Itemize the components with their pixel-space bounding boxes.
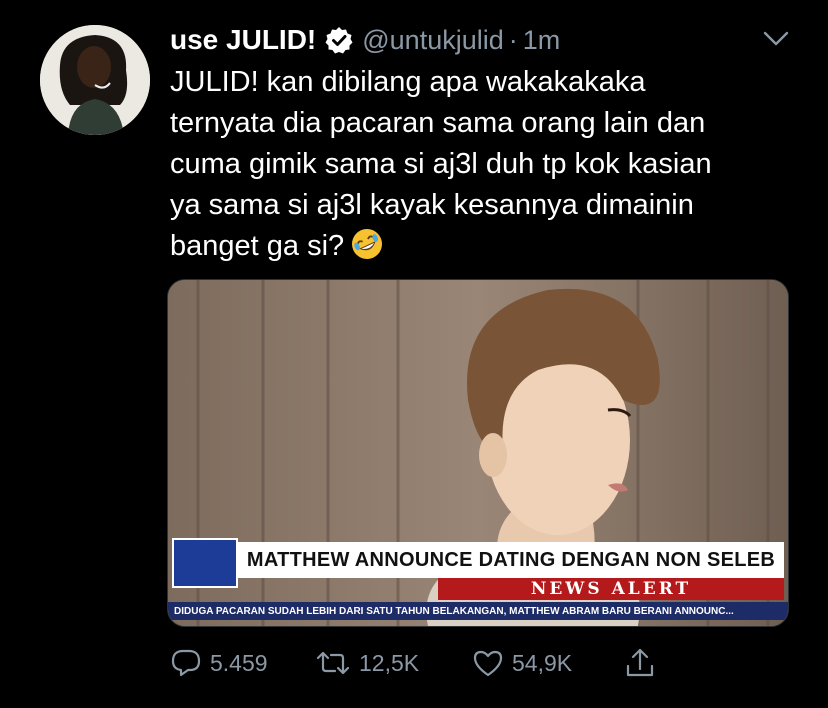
retweet-button[interactable]: 12,5K [315, 643, 419, 683]
avatar[interactable] [40, 25, 150, 135]
news-ticker: DIDUGA PACARAN SUDAH LEBIH DARI SATU TAH… [168, 602, 788, 620]
news-headline: MATTHEW ANNOUNCE DATING DENGAN NON SELEB [238, 542, 784, 578]
reply-icon [171, 649, 201, 677]
tweet-text-fragment: banget ga si? [170, 230, 345, 262]
timestamp[interactable]: 1m [523, 25, 561, 56]
tweet-text-line-last: banget ga si? [170, 226, 790, 267]
share-icon [626, 648, 654, 677]
verified-badge-icon [325, 26, 353, 54]
reply-count: 5.459 [210, 649, 268, 676]
heart-icon [473, 650, 503, 677]
user-handle[interactable]: @untukjulid [362, 25, 504, 56]
tweet-header: use JULID! @untukjulid · 1m [170, 20, 560, 60]
display-name[interactable]: use JULID! [170, 24, 316, 56]
tweet-media-image[interactable]: MATTHEW ANNOUNCE DATING DENGAN NON SELEB… [167, 279, 789, 627]
like-button[interactable]: 54,9K [472, 643, 572, 683]
tweet-text-line: JULID! kan dibilang apa wakakakaka [170, 66, 646, 98]
chevron-down-icon[interactable] [762, 28, 790, 50]
news-alert-label: NEWS ALERT [438, 578, 784, 600]
retweet-icon [316, 651, 350, 675]
tweet-text-line: ya sama si aj3l kayak kesannya dimainin [170, 189, 694, 221]
news-logo-box [172, 538, 238, 588]
rolling-on-floor-laughing-emoji-icon [350, 227, 384, 261]
tweet-text: JULID! kan dibilang apa wakakakaka terny… [170, 62, 790, 267]
tweet-actions: 5.459 12,5K 54,9K [170, 643, 790, 683]
tweet-text-line: ternyata dia pacaran sama orang lain dan [170, 107, 706, 139]
retweet-count: 12,5K [359, 649, 420, 676]
tweet-text-line: cuma gimik sama si aj3l duh tp kok kasia… [170, 148, 712, 180]
separator-dot: · [508, 24, 518, 55]
reply-button[interactable]: 5.459 [170, 643, 268, 683]
share-button[interactable] [625, 643, 663, 683]
tweet[interactable]: use JULID! @untukjulid · 1m JULID! kan d… [0, 0, 828, 708]
like-count: 54,9K [512, 649, 573, 676]
